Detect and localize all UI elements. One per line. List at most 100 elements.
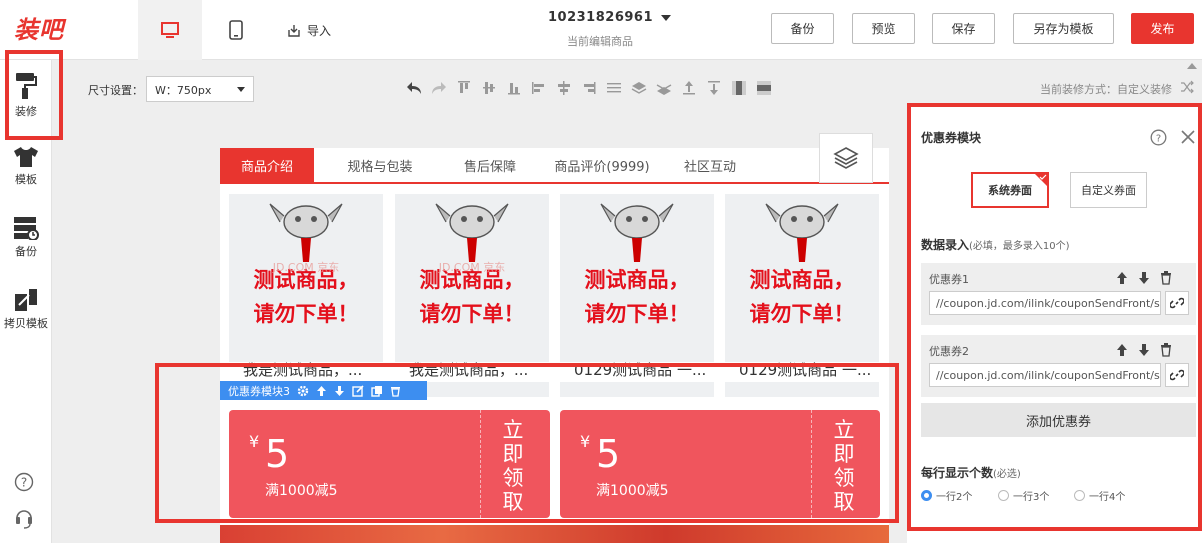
sidebar-item-decorate[interactable]: 装修 <box>0 72 52 119</box>
tab-product-intro[interactable]: 商品介绍 <box>220 148 314 182</box>
layers-button[interactable] <box>819 133 873 183</box>
add-coupon-button[interactable]: 添加优惠券 <box>921 403 1196 437</box>
arrow-down-icon[interactable] <box>1138 271 1150 285</box>
customer-service-button[interactable] <box>14 507 34 532</box>
layer-up-button[interactable] <box>629 78 648 97</box>
preview-button[interactable]: 预览 <box>852 13 915 44</box>
mobile-view-button[interactable] <box>204 0 268 60</box>
chevron-down-icon <box>237 87 245 92</box>
system-coupon-tab[interactable]: 系统券面 <box>971 172 1049 208</box>
sidebar-item-copy-template[interactable]: 拷贝模板 <box>0 288 52 331</box>
panel-close-button[interactable] <box>1180 129 1196 148</box>
tab-specs[interactable]: 规格与包装 <box>314 148 446 182</box>
move-up-icon <box>682 80 695 94</box>
coupon-divider <box>811 410 812 518</box>
coupon-claim-button[interactable]: 立即领取 <box>832 418 856 514</box>
custom-coupon-tab[interactable]: 自定义券面 <box>1070 172 1147 208</box>
next-module-image <box>220 525 889 543</box>
coupon-entry-name: 优惠券1 <box>929 273 969 286</box>
coupon-card[interactable]: ¥ 5 满1000减5 立即领取 <box>560 410 880 518</box>
product-id-selector[interactable]: 10231826961 <box>548 10 671 25</box>
arrow-down-icon[interactable] <box>1138 343 1150 357</box>
align-bottom-button[interactable] <box>504 78 523 97</box>
help-button[interactable]: ? <box>14 472 34 495</box>
gear-icon[interactable] <box>297 385 309 397</box>
app-logo[interactable]: 装吧 <box>14 10 64 45</box>
tab-reviews[interactable]: 商品评价(9999) <box>534 148 670 182</box>
import-label: 导入 <box>307 24 332 38</box>
arrow-up-icon[interactable] <box>316 385 327 397</box>
panel-help-button[interactable]: ? <box>1150 129 1167 149</box>
save-as-template-button[interactable]: 另存为模板 <box>1013 13 1114 44</box>
rows-hint: (必选) <box>993 469 1021 480</box>
tab-community[interactable]: 社区互动 <box>670 148 750 182</box>
sidebar-item-backup[interactable]: 备份 <box>0 216 52 259</box>
undo-button[interactable] <box>404 78 423 97</box>
coupon-claim-button[interactable]: 立即领取 <box>501 418 525 514</box>
distribute-button[interactable] <box>604 78 623 97</box>
top-bar: 装吧 导入 10231826961 当前编辑商品 备份 预览 保存 另存为模板 … <box>0 0 1202 60</box>
row-option-4[interactable]: 一行4个 <box>1074 488 1125 503</box>
scrollbar[interactable] <box>1181 60 1202 103</box>
full-width-icon <box>731 80 746 95</box>
arrow-down-icon[interactable] <box>334 385 345 397</box>
align-middle-button[interactable] <box>479 78 498 97</box>
size-value: W：750px <box>155 84 212 97</box>
row-option-3[interactable]: 一行3个 <box>998 488 1049 503</box>
save-button[interactable]: 保存 <box>932 13 995 44</box>
coupon-currency: ¥ <box>580 432 591 451</box>
full-height-button[interactable] <box>754 78 773 97</box>
copy-icon[interactable] <box>371 385 383 397</box>
trash-icon[interactable] <box>1160 271 1172 285</box>
coupon-entry-actions <box>1116 271 1172 285</box>
arrow-up-icon[interactable] <box>1116 271 1128 285</box>
coupon-url-input[interactable]: //coupon.jd.com/ilink/couponSendFront/s <box>929 291 1161 315</box>
desktop-view-button[interactable] <box>138 0 202 60</box>
align-right-button[interactable] <box>579 78 598 97</box>
svg-text:?: ? <box>21 476 27 490</box>
jd-mascot-image <box>765 203 839 262</box>
coupon-entry: 优惠券1 //coupon.jd.com/ilink/couponSendFro… <box>921 263 1196 325</box>
align-left-button[interactable] <box>529 78 548 97</box>
align-tools <box>404 78 773 97</box>
layers-icon <box>833 147 859 169</box>
decoration-mode-text: 当前装修方式：自定义装修 <box>1040 83 1172 96</box>
coupon-entry: 优惠券2 //coupon.jd.com/ilink/couponSendFro… <box>921 335 1196 397</box>
product-id: 10231826961 <box>548 10 653 25</box>
import-button[interactable]: 导入 <box>287 22 331 39</box>
row-option-2[interactable]: 一行2个 <box>921 488 972 503</box>
move-up-button[interactable] <box>679 78 698 97</box>
align-top-button[interactable] <box>454 78 473 97</box>
full-width-button[interactable] <box>729 78 748 97</box>
coupon-card[interactable]: ¥ 5 满1000减5 立即领取 <box>229 410 550 518</box>
product-tabs: 商品介绍 规格与包装 售后保障 商品评价(9999) 社区互动 <box>220 148 889 184</box>
redo-button[interactable] <box>429 78 448 97</box>
link-icon <box>1170 369 1184 381</box>
backup-button[interactable]: 备份 <box>771 13 834 44</box>
radio-label: 一行2个 <box>936 492 973 503</box>
edit-icon[interactable] <box>352 384 364 397</box>
coupon-url-input[interactable]: //coupon.jd.com/ilink/couponSendFront/s <box>929 363 1161 387</box>
desktop-icon <box>161 22 179 38</box>
publish-button[interactable]: 发布 <box>1131 13 1194 44</box>
full-height-icon <box>756 80 771 95</box>
move-down-button[interactable] <box>704 78 723 97</box>
tab-after-sales[interactable]: 售后保障 <box>446 148 534 182</box>
link-button[interactable] <box>1165 291 1189 315</box>
sidebar-item-label: 备份 <box>15 245 37 258</box>
chevron-down-icon <box>661 14 671 21</box>
align-center-icon <box>557 80 570 95</box>
product-name: 我是测试商品，... <box>395 362 549 382</box>
coupon-amount: 5 <box>596 432 621 476</box>
size-select[interactable]: W：750px <box>146 76 254 102</box>
layer-down-button[interactable] <box>654 78 673 97</box>
align-left-icon <box>531 81 544 94</box>
arrow-up-icon[interactable] <box>1116 343 1128 357</box>
trash-icon[interactable] <box>390 385 401 397</box>
link-button[interactable] <box>1165 363 1189 387</box>
watermark: JD.COM 京东 <box>272 261 340 274</box>
align-center-button[interactable] <box>554 78 573 97</box>
trash-icon[interactable] <box>1160 343 1172 357</box>
sidebar-item-template[interactable]: 模板 <box>0 146 52 187</box>
jd-mascot-image <box>600 203 674 262</box>
